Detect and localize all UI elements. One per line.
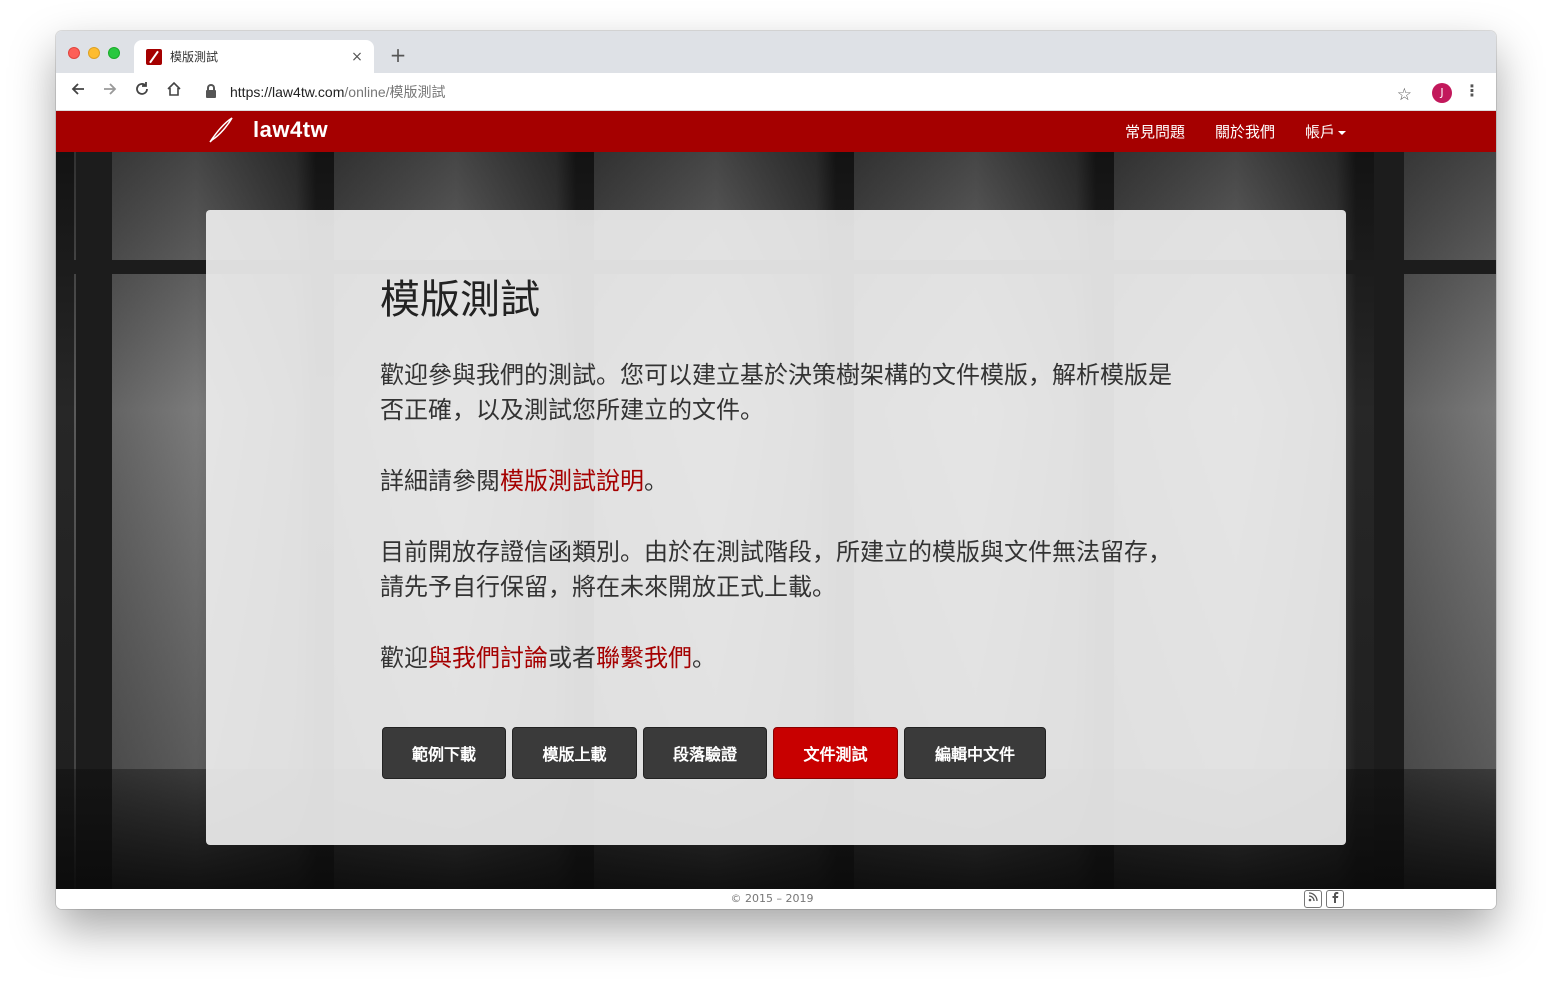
nav-faq-link[interactable]: 常見問題 xyxy=(1125,121,1185,142)
copyright-text: © 2015 – 2019 xyxy=(730,892,814,905)
profile-avatar[interactable]: J xyxy=(1432,83,1452,103)
detail-paragraph: 詳細請參閱模版測試說明。 xyxy=(380,467,668,495)
discuss-link[interactable]: 與我們討論 xyxy=(428,644,548,672)
home-icon[interactable] xyxy=(162,80,186,104)
minimize-window-button[interactable] xyxy=(88,47,100,59)
caret-down-icon xyxy=(1338,130,1346,135)
url-text: https://law4tw.com/online/模版測試 xyxy=(230,84,446,100)
nav-account-dropdown[interactable]: 帳戶 xyxy=(1305,121,1346,142)
nav-about-link[interactable]: 關於我們 xyxy=(1215,121,1275,142)
facebook-icon[interactable] xyxy=(1326,890,1344,908)
bookmark-star-icon[interactable]: ☆ xyxy=(1397,85,1412,105)
browser-tab[interactable]: 模版測試 × xyxy=(134,40,374,73)
maximize-window-button[interactable] xyxy=(108,47,120,59)
new-tab-button[interactable]: + xyxy=(386,43,410,67)
notice-paragraph: 目前開放存證信函類別。由於在測試階段，所建立的模版與文件無法留存，請先予自行保留… xyxy=(380,538,1172,601)
social-links xyxy=(1304,890,1344,908)
favicon-icon xyxy=(146,48,162,65)
template-guide-link[interactable]: 模版測試說明 xyxy=(500,467,644,495)
close-window-button[interactable] xyxy=(68,47,80,59)
tab-title: 模版測試 xyxy=(170,50,219,64)
reload-icon[interactable] xyxy=(130,80,154,104)
action-buttons: 範例下載 模版上載 段落驗證 文件測試 編輯中文件 xyxy=(382,727,1046,779)
card-content: 模版測試 歡迎參與我們的測試。您可以建立基於決策樹架構的文件模版，解析模版是否正… xyxy=(380,270,1180,676)
site-brand[interactable]: law4tw xyxy=(206,115,328,145)
intro-paragraph: 歡迎參與我們的測試。您可以建立基於決策樹架構的文件模版，解析模版是否正確，以及測… xyxy=(380,361,1172,424)
rss-icon[interactable] xyxy=(1304,890,1322,908)
document-test-button[interactable]: 文件測試 xyxy=(773,727,898,779)
contact-link[interactable]: 聯繫我們 xyxy=(596,644,692,672)
template-upload-button[interactable]: 模版上載 xyxy=(512,727,637,779)
address-bar[interactable]: https://law4tw.com/online/模版測試 xyxy=(200,78,1470,106)
page-title: 模版測試 xyxy=(380,277,540,323)
window-controls xyxy=(68,47,120,59)
brand-name: law4tw xyxy=(253,117,329,142)
browser-window: 模版測試 × + https://law4tw.com/online/模版測試 … xyxy=(56,31,1496,909)
site-footer: © 2015 – 2019 xyxy=(56,889,1496,909)
sample-download-button[interactable]: 範例下載 xyxy=(382,727,506,779)
hero-background: 模版測試 歡迎參與我們的測試。您可以建立基於決策樹架構的文件模版，解析模版是否正… xyxy=(56,152,1496,889)
nav-links: 常見問題 關於我們 帳戶 xyxy=(1125,111,1346,152)
lock-icon xyxy=(206,84,216,98)
site-navbar: law4tw 常見問題 關於我們 帳戶 xyxy=(56,111,1496,152)
back-icon[interactable] xyxy=(66,80,90,104)
close-tab-icon[interactable]: × xyxy=(348,49,366,65)
tab-strip: 模版測試 × + xyxy=(56,31,1496,73)
paragraph-validate-button[interactable]: 段落驗證 xyxy=(643,727,767,779)
forward-icon[interactable] xyxy=(98,80,122,104)
contact-paragraph: 歡迎與我們討論或者聯繫我們。 xyxy=(380,644,716,672)
browser-toolbar: https://law4tw.com/online/模版測試 ☆ J ⋮ xyxy=(56,73,1496,111)
content-card: 模版測試 歡迎參與我們的測試。您可以建立基於決策樹架構的文件模版，解析模版是否正… xyxy=(206,210,1346,845)
quill-logo-icon xyxy=(206,115,236,145)
web-page: law4tw 常見問題 關於我們 帳戶 模版測試 歡迎參與我們的測試。您可以建立… xyxy=(56,111,1496,909)
browser-menu-icon[interactable]: ⋮ xyxy=(1464,81,1480,100)
editing-documents-button[interactable]: 編輯中文件 xyxy=(904,727,1046,779)
